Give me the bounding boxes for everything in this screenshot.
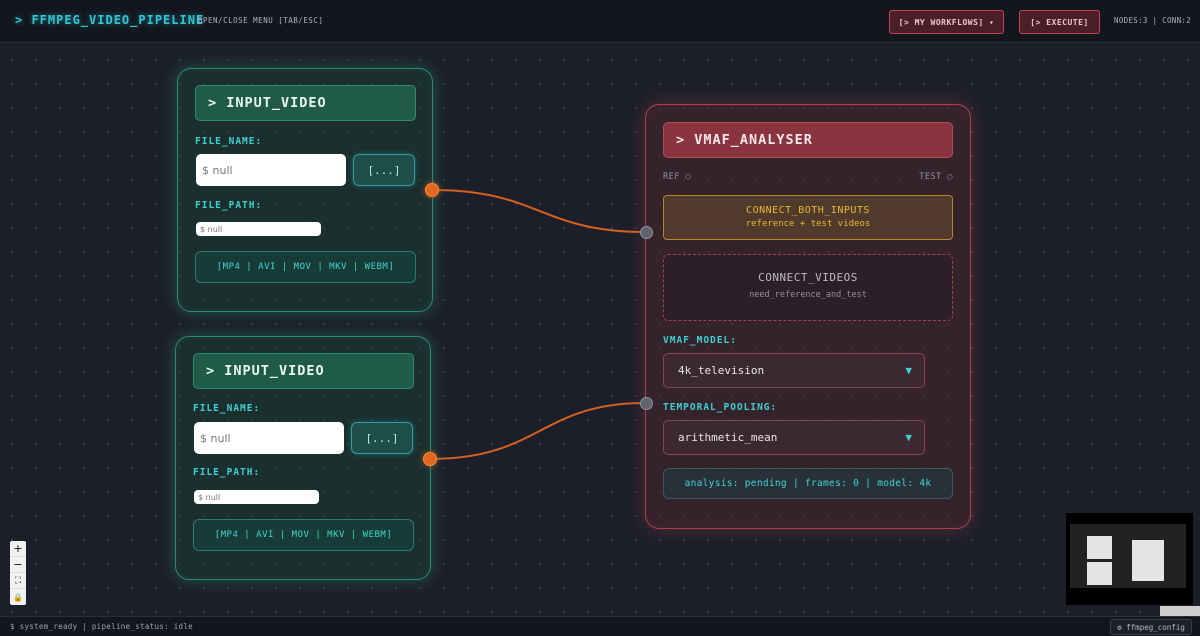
ref-input-port[interactable]	[640, 226, 653, 239]
minimap-scrollbar[interactable]	[1160, 606, 1200, 616]
node-title[interactable]: > INPUT_VIDEO	[195, 85, 416, 121]
test-input-port[interactable]	[640, 397, 653, 410]
output-port-1[interactable]	[425, 183, 439, 197]
minimap-node	[1087, 562, 1112, 585]
ffmpeg-config-button[interactable]: ⚙ ffmpeg_config	[1110, 619, 1192, 635]
warning-subtitle: reference + test videos	[745, 219, 871, 229]
fit-view-button[interactable]: ⛶	[10, 573, 26, 589]
supported-formats: [MP4 | AVI | MOV | MKV | WEBM]	[193, 519, 414, 551]
test-port-label: TEST ○	[919, 172, 953, 182]
execute-button[interactable]: [> EXECUTE]	[1019, 10, 1100, 34]
vmaf-model-select[interactable]: 4k_television ▼	[663, 353, 925, 388]
minimap-node	[1132, 540, 1164, 581]
lock-icon[interactable]: 🔒	[10, 589, 26, 605]
file-name-label: FILE_NAME:	[193, 403, 261, 414]
output-port-2[interactable]	[423, 452, 437, 466]
system-status: $ system_ready | pipeline_status: idle	[10, 622, 193, 631]
placeholder-title: CONNECT_VIDEOS	[758, 271, 858, 284]
supported-formats: [MP4 | AVI | MOV | MKV | WEBM]	[195, 251, 416, 283]
graph-stats: NODES:3 | CONN:2	[1114, 16, 1192, 25]
chevron-down-icon: ▼	[905, 431, 912, 444]
temporal-pooling-label: TEMPORAL_POOLING:	[663, 402, 778, 413]
browse-button[interactable]: [...]	[351, 422, 413, 454]
file-path-input[interactable]	[196, 222, 321, 236]
input-video-node-1[interactable]: > INPUT_VIDEO FILE_NAME: [...] FILE_PATH…	[177, 68, 433, 312]
my-workflows-button[interactable]: [> MY WORKFLOWS] ▾	[889, 10, 1004, 34]
ref-port-label: REF ○	[663, 172, 692, 182]
app-title: > FFMPEG_VIDEO_PIPELINE	[15, 13, 205, 27]
vmaf-analyser-node[interactable]: > VMAF_ANALYSER REF ○ TEST ○ CONNECT_BOT…	[645, 104, 971, 529]
input-video-node-2[interactable]: > INPUT_VIDEO FILE_NAME: [...] FILE_PATH…	[175, 336, 431, 580]
browse-button[interactable]: [...]	[353, 154, 415, 186]
vmaf-model-label: VMAF_MODEL:	[663, 335, 737, 346]
warning-banner: CONNECT_BOTH_INPUTS reference + test vid…	[663, 195, 953, 240]
file-name-label: FILE_NAME:	[195, 136, 263, 147]
file-name-input[interactable]	[196, 154, 346, 186]
minimap-node	[1087, 536, 1112, 559]
connection-edge-2[interactable]	[429, 402, 647, 460]
analysis-status: analysis: pending | frames: 0 | model: 4…	[663, 468, 953, 499]
minimap[interactable]	[1066, 513, 1193, 605]
zoom-out-button[interactable]: −	[10, 557, 26, 573]
menu-hint: OPEN/CLOSE MENU [TAB/ESC]	[198, 16, 324, 25]
connect-videos-placeholder: CONNECT_VIDEOS need_reference_and_test	[663, 254, 953, 321]
connection-edge-1[interactable]	[431, 189, 647, 233]
warning-title: CONNECT_BOTH_INPUTS	[746, 205, 870, 216]
canvas-controls: + − ⛶ 🔒	[10, 541, 26, 605]
status-bar: $ system_ready | pipeline_status: idle ⚙…	[0, 616, 1200, 636]
chevron-down-icon: ▼	[905, 364, 912, 377]
file-name-input[interactable]	[194, 422, 344, 454]
node-title[interactable]: > INPUT_VIDEO	[193, 353, 414, 389]
zoom-in-button[interactable]: +	[10, 541, 26, 557]
file-path-input[interactable]	[194, 490, 319, 504]
top-bar: > FFMPEG_VIDEO_PIPELINE OPEN/CLOSE MENU …	[0, 0, 1200, 43]
vmaf-model-value: 4k_television	[678, 364, 765, 377]
file-path-label: FILE_PATH:	[195, 200, 263, 211]
node-title[interactable]: > VMAF_ANALYSER	[663, 122, 953, 158]
placeholder-subtitle: need_reference_and_test	[749, 290, 867, 300]
temporal-pooling-value: arithmetic_mean	[678, 431, 778, 444]
temporal-pooling-select[interactable]: arithmetic_mean ▼	[663, 420, 925, 455]
file-path-label: FILE_PATH:	[193, 467, 261, 478]
